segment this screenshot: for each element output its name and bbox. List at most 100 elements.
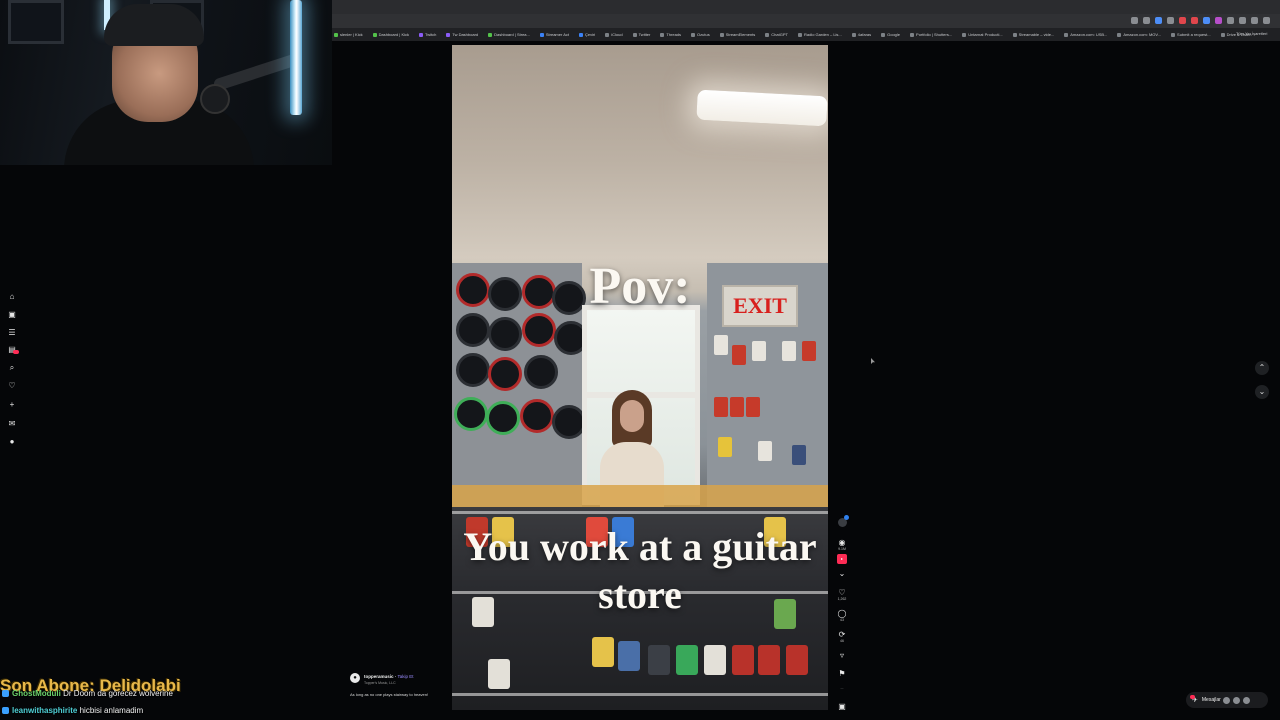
bookmark-item[interactable]: ChatGPT (765, 32, 788, 37)
bookmark-item[interactable]: Streamer Act (539, 32, 569, 37)
bookmark-item[interactable]: Amazon.com: USB... (1064, 32, 1107, 37)
bookmark-item[interactable]: Threads (660, 32, 681, 37)
like-button[interactable]: ♡ 1,262 (834, 588, 850, 601)
description-text: As long as no one plays stairway to heav… (350, 692, 429, 697)
star-icon[interactable] (1143, 17, 1150, 24)
bookmark-item[interactable]: Streamable – vide... (1012, 32, 1054, 37)
plus-icon[interactable]: + (7, 400, 17, 410)
chevron-down-icon: ⌄ (838, 569, 846, 578)
like-count: 1,262 (837, 597, 847, 601)
bookmark-favicon-icon (446, 32, 451, 37)
cable-coil (552, 405, 586, 439)
puzzle-icon[interactable] (1239, 17, 1246, 24)
avatar[interactable] (837, 515, 849, 527)
product-package (718, 437, 732, 457)
bookmark-item[interactable]: Untarnat Producti... (962, 32, 1003, 37)
product-package (758, 441, 772, 461)
next-video-button[interactable]: ⌄ (1255, 385, 1269, 399)
video-player[interactable]: EXIT Pov: You work at a guitar store (452, 45, 828, 710)
video-caption-pov: Pov: (589, 258, 691, 315)
bookmark-item[interactable]: Dashboard | Kick (372, 32, 409, 37)
wall-frame (8, 0, 64, 44)
bookmark-item[interactable]: Dashboard | Strea... (488, 32, 530, 37)
bookmark-item[interactable]: Google (881, 32, 900, 37)
all-bookmarks[interactable]: Tüm Yer İşaretleri (1236, 31, 1276, 36)
previous-video-button[interactable]: ⌃ (1255, 361, 1269, 375)
live-badge-button[interactable]: ▸ (834, 554, 850, 564)
mouse-cursor (871, 358, 875, 364)
bookmark-item[interactable]: StreamElements (719, 32, 755, 37)
bookmark-label: 4afaras (857, 32, 872, 37)
live-button[interactable]: ◉ 9.1M (834, 538, 850, 551)
collapse-button[interactable]: ⌄ (834, 569, 850, 578)
bookmark-label: slenler | Kick (340, 32, 363, 37)
mic-arm (212, 52, 302, 92)
location-tag[interactable]: Topper's Music, LLC (364, 681, 396, 685)
heart-icon: ♡ (838, 588, 846, 597)
following-icon[interactable]: ☰ (7, 328, 17, 338)
share-button[interactable]: ... (834, 686, 850, 690)
extension-icon[interactable] (1131, 17, 1138, 24)
bookmark-item[interactable]: Twitch (419, 32, 436, 37)
creator-avatar-button[interactable] (834, 515, 850, 527)
favorite-button[interactable]: ▿ (834, 651, 850, 660)
author-name[interactable]: topperamusic (364, 674, 394, 679)
extension-icon[interactable] (1179, 17, 1186, 24)
bookmark-item[interactable]: Portfolio | Shutters... (910, 32, 952, 37)
bookmark-favicon-icon (372, 32, 377, 37)
flag-icon: ⚑ (838, 669, 846, 678)
follow-link[interactable]: Takip Et (398, 674, 414, 679)
cable-coil (488, 357, 522, 391)
profile-icon[interactable]: ● (7, 437, 17, 447)
extension-icon[interactable] (1167, 17, 1174, 24)
guitar-pedal (704, 645, 726, 675)
bookmark-item[interactable]: Twitter (632, 32, 650, 37)
inbox-icon[interactable]: ✉ (7, 419, 17, 429)
bookmark-item[interactable]: Amazon.com: MOV... (1117, 32, 1161, 37)
chevron-up-icon: ⌃ (1258, 363, 1266, 372)
comment-button[interactable]: ◯ 43 (834, 609, 850, 622)
bookmark-item[interactable]: Radio Garden – Lis... (797, 32, 842, 37)
author-avatar[interactable]: ● (350, 673, 360, 683)
extension-icon[interactable] (1203, 17, 1210, 24)
search-icon[interactable]: ⌕ (7, 363, 17, 373)
repost-button[interactable]: ⟳ 46 (834, 630, 850, 643)
bookmark-item[interactable]: Ozutus (691, 32, 710, 37)
save-button[interactable]: ⚑ (834, 669, 850, 678)
bookmark-item[interactable]: Tw Dashboard (446, 32, 478, 37)
messages-button[interactable]: ✈ Mesajlar (1186, 692, 1268, 708)
profile-icon[interactable] (1251, 17, 1258, 24)
extension-icon[interactable] (1155, 17, 1162, 24)
streamer-cap (104, 4, 204, 46)
guitar-pedal (676, 645, 698, 675)
live-icon: ◉ (838, 538, 846, 547)
bookmark-label: Dashboard | Strea... (494, 32, 530, 37)
browser-address-bar[interactable] (332, 14, 1280, 28)
extension-icon[interactable] (1191, 17, 1198, 24)
chat-badge-icon (2, 690, 9, 698)
bookmark-item[interactable]: Çeviri (579, 32, 595, 37)
explore-icon[interactable]: ▣ (7, 310, 17, 320)
bookmark-label: iCloud (611, 32, 623, 37)
bookmark-item[interactable]: iCloud (605, 32, 623, 37)
extension-icon[interactable] (1227, 17, 1234, 24)
bookmark-favicon-icon (910, 32, 915, 37)
bookmark-item[interactable]: slenler | Kick (334, 32, 363, 37)
home-icon[interactable]: ⌂ (7, 292, 17, 302)
bookmark-label: Portfolio | Shutters... (916, 32, 953, 37)
product-package (792, 445, 806, 465)
bookmark-favicon-icon (1220, 32, 1225, 37)
heart-icon[interactable]: ♡ (7, 381, 17, 391)
bookmark-item[interactable]: 4afaras (851, 32, 872, 37)
bookmark-item[interactable]: Submit a request... (1171, 32, 1211, 37)
more-button[interactable]: ▣ (834, 702, 850, 711)
extension-icon[interactable] (1215, 17, 1222, 24)
microphone (200, 84, 230, 114)
video-caption-main: You work at a guitar store (463, 524, 817, 617)
bookmark-label: Untarnat Producti... (968, 32, 1003, 37)
guitar-pedal (732, 645, 754, 675)
bookmark-label: Amazon.com: MOV... (1123, 32, 1162, 37)
menu-icon[interactable] (1263, 17, 1270, 24)
bookmark-label: ChatGPT (771, 32, 788, 37)
follow-plus-icon[interactable] (843, 515, 849, 520)
